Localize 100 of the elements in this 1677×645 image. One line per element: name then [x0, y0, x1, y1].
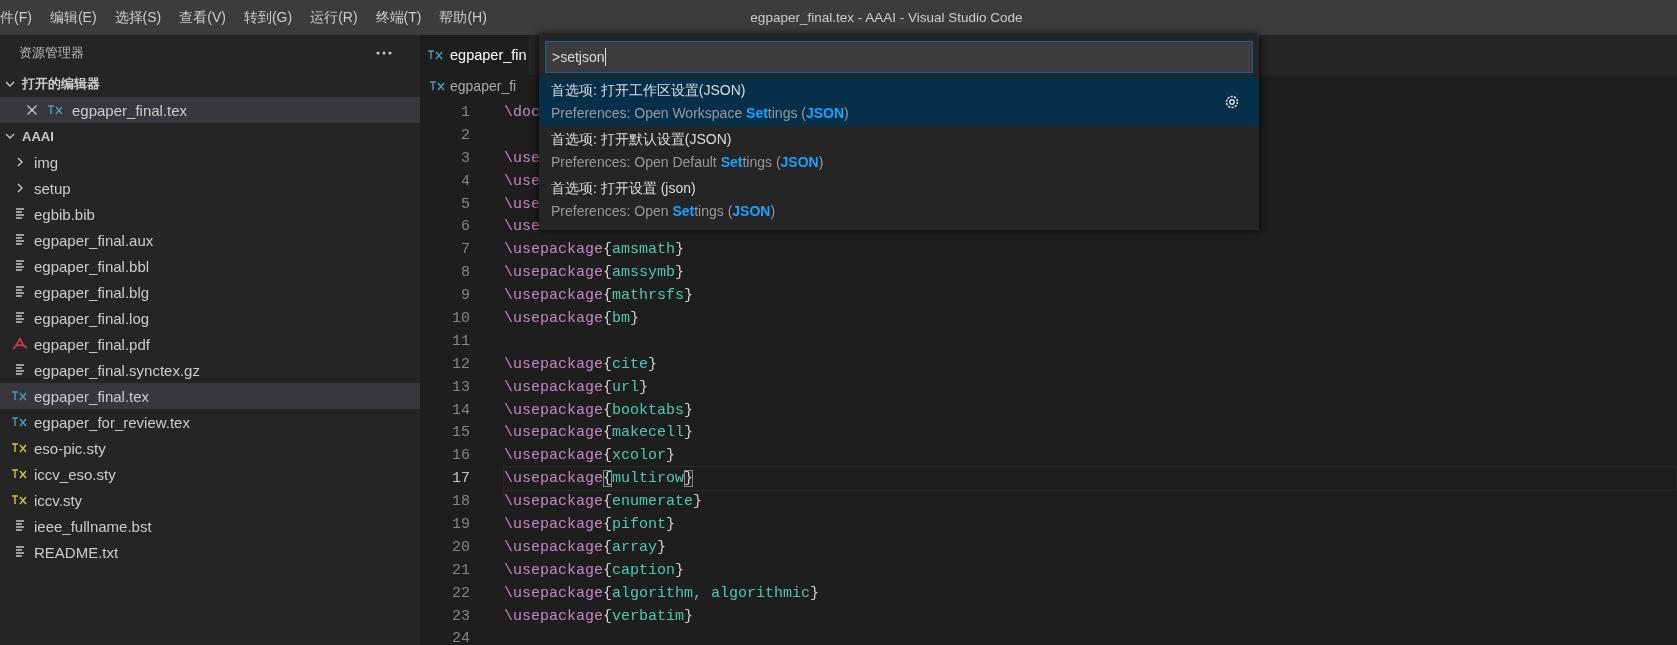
- code-brace: {: [603, 561, 613, 579]
- menu-item[interactable]: 查看(V): [170, 8, 235, 27]
- line-number: 21: [451, 561, 470, 579]
- more-icon[interactable]: [376, 51, 392, 55]
- code-argument: xcolor: [612, 447, 667, 465]
- code-command: \usepackage: [504, 264, 604, 282]
- code-brace: {: [603, 264, 613, 282]
- code-argument: makecell: [612, 424, 685, 442]
- code-argument: pifont: [612, 515, 667, 533]
- command-item[interactable]: 首选项: 打开工作区设置(JSON) Preferences: Open Workspace Settings (JSON): [539, 77, 1259, 126]
- file-name: eso-pic.sty: [34, 439, 106, 457]
- file-item[interactable]: iccv_eso.sty: [0, 461, 420, 487]
- pdf-file-icon: [12, 337, 28, 351]
- file-item[interactable]: eso-pic.sty: [0, 435, 420, 461]
- sidebar-title: 资源管理器: [19, 44, 84, 62]
- menu-item[interactable]: 编辑(E): [40, 8, 106, 27]
- command-item[interactable]: 首选项: 打开默认设置(JSON) Preferences: Open Default Settings (JSON): [539, 126, 1259, 175]
- file-item[interactable]: egpaper_final.tex: [0, 383, 420, 409]
- code-command: \usepackage: [504, 538, 604, 556]
- code-brace: }: [810, 584, 820, 602]
- tex-file-icon: [12, 441, 28, 455]
- command-title: 首选项: 打开设置 (json): [551, 180, 697, 198]
- folder-header[interactable]: AAAI: [0, 123, 420, 149]
- file-name: iccv.sty: [34, 491, 83, 509]
- line-number: 22: [451, 584, 470, 602]
- command-title: 首选项: 打开工作区设置(JSON): [551, 82, 747, 100]
- menu-item[interactable]: 件(F): [0, 8, 41, 27]
- line-number: 8: [460, 264, 470, 282]
- file-name: egpaper_final.blg: [34, 283, 150, 301]
- menu-item[interactable]: 选择(S): [105, 8, 171, 27]
- code-argument: verbatim: [612, 607, 685, 625]
- line-number: 10: [451, 309, 470, 327]
- menu-item[interactable]: 运行(R): [301, 8, 367, 27]
- file-item[interactable]: egpaper_final.bbl: [0, 253, 420, 279]
- code-command: \use: [504, 149, 540, 167]
- code-command: \usepackage: [504, 378, 604, 396]
- line-number: 19: [451, 515, 470, 533]
- code-command: \doc: [504, 103, 540, 121]
- line-number: 5: [460, 195, 470, 213]
- menu-item[interactable]: 帮助(H): [430, 8, 496, 27]
- code-brace: {: [603, 424, 613, 442]
- code-command: \usepackage: [504, 447, 604, 465]
- code-command: \use: [504, 218, 540, 236]
- code-argument: enumerate: [612, 493, 694, 511]
- code-brace: {: [603, 355, 613, 373]
- line-number: 2: [460, 126, 470, 144]
- command-input[interactable]: >setjson: [545, 41, 1253, 73]
- line-number: 12: [451, 355, 470, 373]
- tex-file-icon: [12, 467, 28, 481]
- file-item[interactable]: egpaper_final.blg: [0, 279, 420, 305]
- file-name: iccv_eso.sty: [34, 465, 116, 483]
- line-number: 14: [451, 401, 470, 419]
- code-command: \usepackage: [504, 401, 604, 419]
- code-brace: {: [603, 287, 613, 305]
- code-argument: caption: [612, 561, 676, 579]
- command-detail: Preferences: Open Workspace Settings (JSON): [551, 105, 849, 121]
- close-icon[interactable]: [26, 104, 38, 116]
- line-number: 16: [451, 447, 470, 465]
- file-item[interactable]: egpaper_final.log: [0, 305, 420, 331]
- breadcrumb[interactable]: egpaper_fi: [450, 78, 517, 94]
- file-item[interactable]: egpaper_final.synctex.gz: [0, 357, 420, 383]
- menu-item[interactable]: 转到(G): [234, 8, 302, 27]
- editor-tab[interactable]: egpaper_fin: [420, 35, 529, 75]
- folder-item[interactable]: img: [0, 149, 420, 175]
- code-brace: }: [675, 241, 685, 259]
- code-command: \usepackage: [504, 309, 604, 327]
- code-brace: }: [639, 378, 649, 396]
- line-number: 1: [460, 103, 470, 121]
- open-editor-item[interactable]: egpaper_final.tex: [0, 97, 420, 123]
- code-brace: {: [603, 607, 613, 625]
- section-header[interactable]: 打开的编辑器: [0, 71, 420, 97]
- code-brace: }: [630, 309, 640, 327]
- command-item[interactable]: 首选项: 打开设置 (json) Preferences: Open Settings (JSON): [539, 175, 1259, 224]
- file-item[interactable]: iccv.sty: [0, 487, 420, 513]
- tex-file-icon: [428, 49, 444, 61]
- file-name: egpaper_for_review.tex: [34, 413, 190, 431]
- line-number: 20: [451, 538, 470, 556]
- file-item[interactable]: egpaper_final.pdf: [0, 331, 420, 357]
- file-item[interactable]: ieee_fullname.bst: [0, 513, 420, 539]
- menu-item[interactable]: 终端(T): [366, 8, 431, 27]
- line-number: 3: [460, 149, 470, 167]
- line-number: 17: [451, 470, 470, 488]
- file-item[interactable]: egpaper_for_review.tex: [0, 409, 420, 435]
- folder-item[interactable]: setup: [0, 175, 420, 201]
- line-number: 24: [451, 630, 470, 645]
- code-brace: {: [603, 515, 613, 533]
- line-number: 9: [460, 287, 470, 305]
- command-detail: Preferences: Open Default Settings (JSON): [551, 154, 824, 170]
- code-command: \use: [504, 195, 540, 213]
- code-command: \usepackage: [504, 424, 604, 442]
- file-item[interactable]: egpaper_final.aux: [0, 227, 420, 253]
- file-name: README.txt: [34, 543, 119, 561]
- code-command: \usepackage: [504, 287, 604, 305]
- code-argument: mathrsfs: [612, 287, 685, 305]
- file-item[interactable]: README.txt: [0, 539, 420, 565]
- file-name: egpaper_final.pdf: [34, 335, 150, 353]
- line-number: 23: [451, 607, 470, 625]
- code-command: \use: [504, 172, 540, 190]
- file-item[interactable]: egbib.bib: [0, 201, 420, 227]
- code-argument: amssymb: [612, 264, 676, 282]
